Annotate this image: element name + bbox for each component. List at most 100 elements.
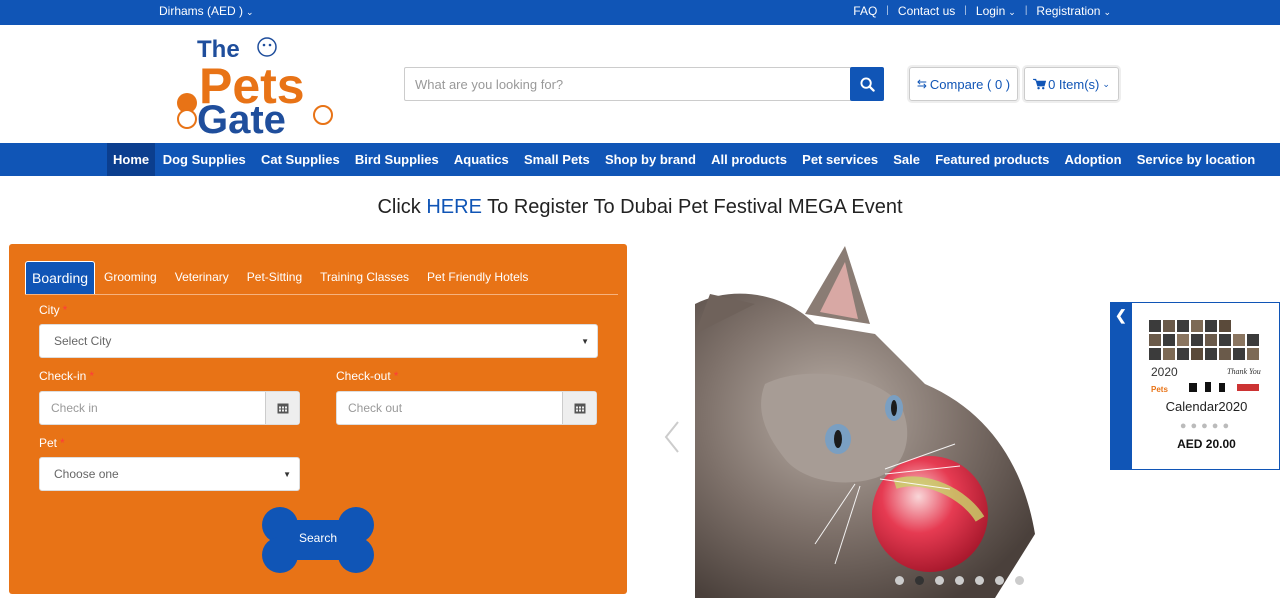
search-icon <box>859 76 875 92</box>
city-select-value: Select City <box>54 334 112 348</box>
nav-item-featured-products[interactable]: Featured products <box>928 143 1057 176</box>
chevron-left-icon: ❮ <box>1115 307 1127 323</box>
checkin-input[interactable]: Check in <box>39 391 300 425</box>
search-submit-button[interactable]: Search <box>262 531 374 545</box>
svg-text:Thank You: Thank You <box>1227 367 1261 376</box>
required-mark: * <box>62 303 68 317</box>
login-label: Login <box>975 4 1006 18</box>
svg-text:Pets: Pets <box>1151 385 1168 394</box>
cart-icon <box>1033 78 1047 90</box>
checkout-placeholder: Check out <box>348 401 403 415</box>
pet-select-value: Choose one <box>54 467 119 481</box>
city-label: City * <box>39 303 67 317</box>
caret-down-icon: ▼ <box>581 337 589 346</box>
search-button[interactable] <box>850 67 884 101</box>
tab-boarding[interactable]: Boarding <box>25 261 96 294</box>
nav-item-home[interactable]: Home <box>107 143 156 176</box>
service-booking-panel: Boarding Grooming Veterinary Pet-Sitting… <box>9 244 627 594</box>
nav-item-service-by-location[interactable]: Service by location <box>1129 143 1263 176</box>
product-thumbnail[interactable]: 2020 Thank You Pets <box>1149 320 1263 396</box>
register-here-link[interactable]: HERE <box>426 196 482 218</box>
pet-label-text: Pet <box>39 436 58 450</box>
chevron-down-icon: ⌄ <box>246 7 254 17</box>
checkin-label: Check-in * <box>39 369 94 383</box>
city-select[interactable]: Select City ▼ <box>39 324 598 358</box>
tab-pet-friendly-hotels[interactable]: Pet Friendly Hotels <box>418 261 537 294</box>
svg-text:Gate: Gate <box>197 98 286 139</box>
city-label-text: City <box>39 303 60 317</box>
required-mark: * <box>89 369 95 383</box>
contact-link[interactable]: Contact us <box>889 4 964 18</box>
chevron-left-icon <box>664 421 679 453</box>
main-nav: Home Dog Supplies Cat Supplies Bird Supp… <box>0 143 1280 176</box>
cart-button[interactable]: 0 Item(s) ⌄ <box>1024 67 1119 101</box>
chevron-down-icon: ⌄ <box>1008 7 1016 17</box>
slider-dot-4[interactable] <box>955 576 964 585</box>
rating-paws-icon: ●●●●● <box>1179 420 1234 432</box>
chevron-down-icon: ⌄ <box>1102 78 1110 89</box>
calendar-icon[interactable] <box>265 392 299 424</box>
nav-item-adoption[interactable]: Adoption <box>1057 143 1129 176</box>
nav-item-shop-by-brand[interactable]: Shop by brand <box>597 143 703 176</box>
calendar-glyph <box>277 403 288 414</box>
chevron-down-icon: ⌄ <box>1103 7 1111 17</box>
svg-text:2020: 2020 <box>1151 365 1178 379</box>
hero-slider[interactable] <box>695 244 1110 598</box>
slider-dot-7[interactable] <box>1015 576 1024 585</box>
checkout-input[interactable]: Check out <box>336 391 597 425</box>
tab-training-classes[interactable]: Training Classes <box>311 261 418 294</box>
slider-dot-2[interactable] <box>915 576 924 585</box>
registration-dropdown[interactable]: Registration ⌄ <box>1027 4 1120 18</box>
slider-dot-5[interactable] <box>975 576 984 585</box>
product-price: AED 20.00 <box>1177 437 1236 451</box>
compare-button[interactable]: ⇆ Compare ( 0 ) <box>909 67 1018 101</box>
tab-pet-sitting[interactable]: Pet-Sitting <box>238 261 311 294</box>
nav-item-cat-supplies[interactable]: Cat Supplies <box>253 143 347 176</box>
nav-item-bird-supplies[interactable]: Bird Supplies <box>347 143 446 176</box>
nav-item-small-pets[interactable]: Small Pets <box>516 143 597 176</box>
product-name[interactable]: Calendar2020 <box>1132 399 1280 414</box>
nav-item-aquatics[interactable]: Aquatics <box>446 143 516 176</box>
nav-item-all-products[interactable]: All products <box>704 143 795 176</box>
widget-collapse-tab[interactable]: ❮ <box>1111 303 1132 470</box>
site-header: The Pets Gate What are you looking for? … <box>0 25 1280 143</box>
login-dropdown[interactable]: Login ⌄ <box>967 4 1025 18</box>
slider-pagination <box>895 576 1024 585</box>
nav-item-pet-services[interactable]: Pet services <box>795 143 886 176</box>
banner-suffix: To Register To Dubai Pet Festival MEGA E… <box>481 196 903 218</box>
nav-item-sale[interactable]: Sale <box>886 143 928 176</box>
required-mark: * <box>393 369 399 383</box>
service-tabs: Boarding Grooming Veterinary Pet-Sitting… <box>25 261 618 295</box>
checkout-label: Check-out * <box>336 369 398 383</box>
promo-banner: Click HERE To Register To Dubai Pet Fest… <box>0 196 1280 219</box>
slider-dot-1[interactable] <box>895 576 904 585</box>
pet-select[interactable]: Choose one ▼ <box>39 457 300 491</box>
cart-label: 0 Item(s) <box>1048 76 1100 92</box>
banner-prefix: Click <box>377 196 427 218</box>
currency-selector[interactable]: Dirhams (AED ) ⌄ <box>159 4 254 18</box>
pet-label: Pet * <box>39 436 65 450</box>
faq-link[interactable]: FAQ <box>844 4 886 18</box>
compare-icon: ⇆ <box>916 77 927 91</box>
divider: | <box>964 5 967 16</box>
currency-label: Dirhams (AED ) <box>159 4 244 18</box>
kitten-slide-image <box>695 244 1110 598</box>
caret-down-icon: ▼ <box>283 470 291 479</box>
checkin-label-text: Check-in <box>39 369 87 383</box>
checkin-placeholder: Check in <box>51 401 98 415</box>
slider-prev-button[interactable] <box>663 420 683 454</box>
nav-item-dog-supplies[interactable]: Dog Supplies <box>155 143 253 176</box>
registration-label: Registration <box>1036 4 1101 18</box>
slider-dot-3[interactable] <box>935 576 944 585</box>
calendar-icon[interactable] <box>562 392 596 424</box>
slider-dot-6[interactable] <box>995 576 1004 585</box>
search-input[interactable]: What are you looking for? <box>404 67 852 101</box>
checkout-label-text: Check-out <box>336 369 391 383</box>
site-logo[interactable]: The Pets Gate <box>173 31 348 139</box>
divider: | <box>886 5 889 16</box>
tab-veterinary[interactable]: Veterinary <box>166 261 238 294</box>
calendar-glyph <box>574 403 585 414</box>
compare-label: Compare ( 0 ) <box>929 76 1011 92</box>
featured-product-widget: ❮ 2020 Thank You Pets Calendar2020 ●●●●●… <box>1110 302 1280 470</box>
tab-grooming[interactable]: Grooming <box>95 261 166 294</box>
